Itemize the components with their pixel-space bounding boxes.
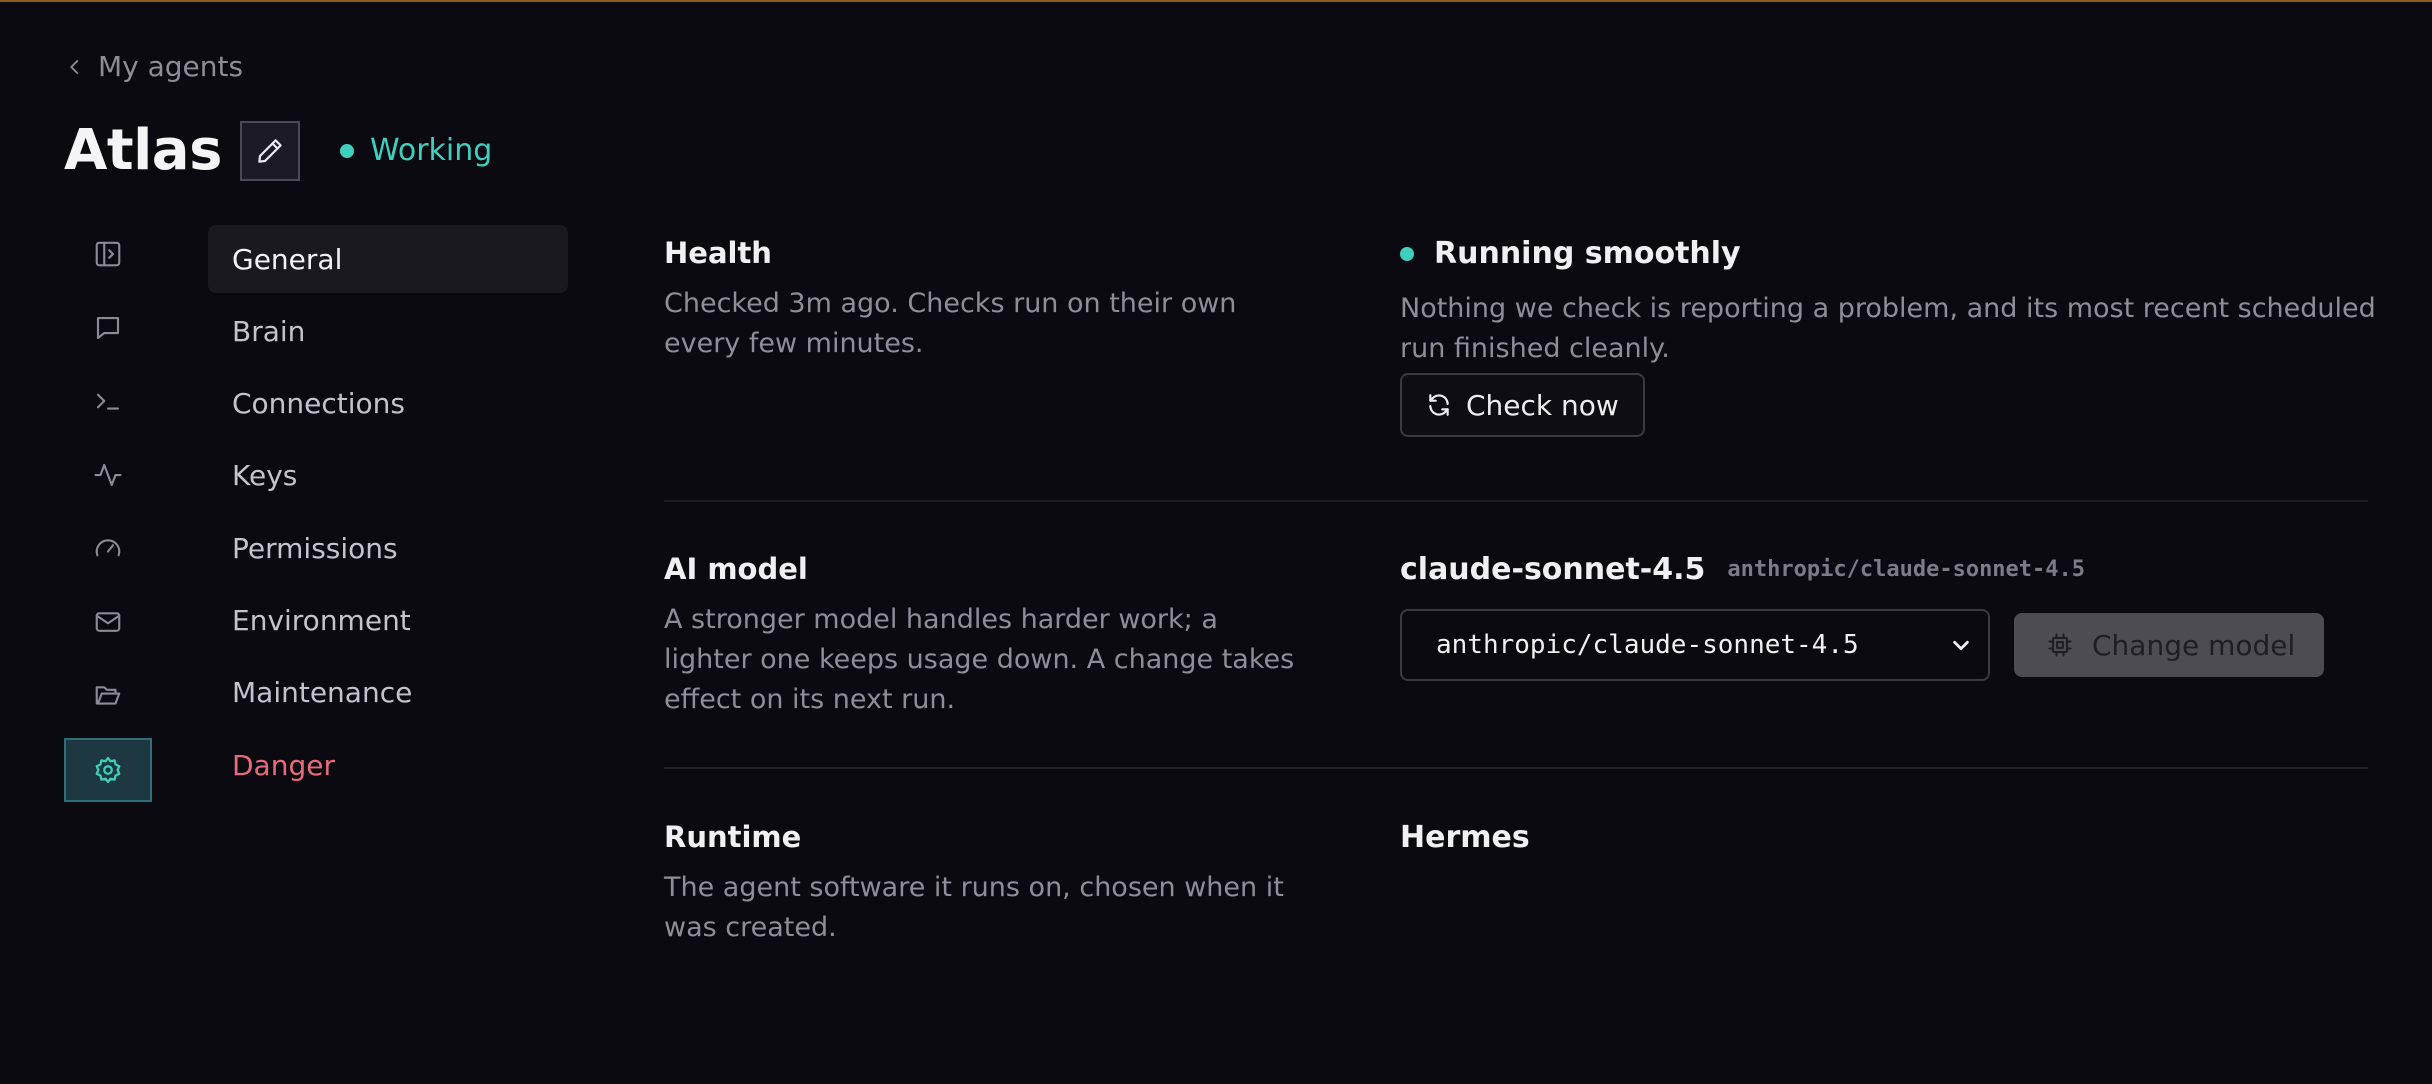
subnav-item-brain[interactable]: Brain bbox=[208, 297, 568, 365]
refresh-icon bbox=[1429, 394, 1449, 416]
rail-item-terminal[interactable] bbox=[64, 369, 152, 433]
model-current: claude-sonnet-4.5 anthropic/claude-sonne… bbox=[1400, 552, 2324, 587]
model-select-value: anthropic/claude-sonnet-4.5 bbox=[1436, 630, 1859, 660]
change-model-label: Change model bbox=[2092, 628, 2296, 662]
chevron-left-icon bbox=[70, 59, 79, 74]
subnav-item-permissions[interactable]: Permissions bbox=[208, 514, 568, 582]
top-accent-line bbox=[0, 0, 2432, 2]
section-divider bbox=[664, 500, 2368, 502]
status-badge: Working bbox=[339, 133, 493, 168]
chip-icon bbox=[2048, 633, 2072, 657]
rail-item-sidebar[interactable] bbox=[64, 222, 152, 286]
chat-icon bbox=[96, 316, 120, 339]
subnav-item-environment[interactable]: Environment bbox=[208, 586, 568, 654]
terminal-icon bbox=[96, 394, 120, 410]
rail-item-files[interactable] bbox=[64, 664, 152, 728]
settings-subnav: General Brain Connections Keys Permissio… bbox=[208, 225, 568, 803]
icon-rail bbox=[64, 222, 152, 812]
health-status-description: Nothing we check is reporting a problem,… bbox=[1400, 293, 2376, 364]
health-description: Checked 3m ago. Checks run on their own … bbox=[664, 288, 1237, 359]
model-current-name: claude-sonnet-4.5 bbox=[1400, 552, 1706, 587]
subnav-item-maintenance[interactable]: Maintenance bbox=[208, 659, 568, 727]
rail-item-usage[interactable] bbox=[64, 517, 152, 581]
sidebar-toggle-icon bbox=[95, 241, 121, 267]
health-status: Running smoothly bbox=[1400, 236, 2380, 271]
back-link-label: My agents bbox=[98, 50, 244, 83]
subnav-item-keys[interactable]: Keys bbox=[208, 442, 568, 510]
subnav-item-general[interactable]: General bbox=[208, 225, 568, 293]
model-label: AI model bbox=[664, 552, 808, 586]
health-status-label: Running smoothly bbox=[1434, 236, 1741, 271]
page-title: Atlas bbox=[64, 118, 222, 183]
rail-item-chat[interactable] bbox=[64, 296, 152, 360]
back-link[interactable]: My agents bbox=[66, 50, 243, 83]
subnav-item-connections[interactable]: Connections bbox=[208, 370, 568, 438]
folder-icon bbox=[95, 686, 121, 705]
health-status-dot bbox=[1400, 246, 1414, 261]
runtime-description: The agent software it runs on, chosen wh… bbox=[664, 872, 1284, 943]
chevron-down-icon bbox=[1953, 640, 1969, 651]
pencil-icon bbox=[258, 138, 282, 163]
runtime-label: Runtime bbox=[664, 820, 802, 854]
edit-name-button[interactable] bbox=[239, 120, 300, 181]
section-divider bbox=[664, 767, 2368, 769]
subnav-item-danger[interactable]: Danger bbox=[208, 731, 568, 799]
status-dot bbox=[339, 143, 354, 158]
change-model-button[interactable]: Change model bbox=[2014, 613, 2324, 677]
page-header: Atlas Working bbox=[64, 118, 492, 183]
runtime-value: Hermes bbox=[1400, 820, 1530, 855]
check-now-label: Check now bbox=[1466, 388, 1619, 422]
rail-item-mail[interactable] bbox=[64, 590, 152, 654]
activity-icon bbox=[94, 464, 122, 487]
status-label: Working bbox=[369, 133, 493, 168]
mail-icon bbox=[95, 612, 121, 633]
gear-icon bbox=[95, 756, 121, 783]
model-select[interactable]: anthropic/claude-sonnet-4.5 bbox=[1400, 609, 1990, 681]
check-now-button[interactable]: Check now bbox=[1400, 373, 1645, 437]
model-description: A stronger model handles harder work; a … bbox=[664, 604, 1295, 715]
model-current-id: anthropic/claude-sonnet-4.5 bbox=[1727, 557, 2086, 582]
rail-item-activity[interactable] bbox=[64, 443, 152, 507]
health-label: Health bbox=[664, 236, 772, 270]
gauge-icon bbox=[95, 538, 121, 557]
rail-item-settings[interactable] bbox=[64, 737, 152, 802]
